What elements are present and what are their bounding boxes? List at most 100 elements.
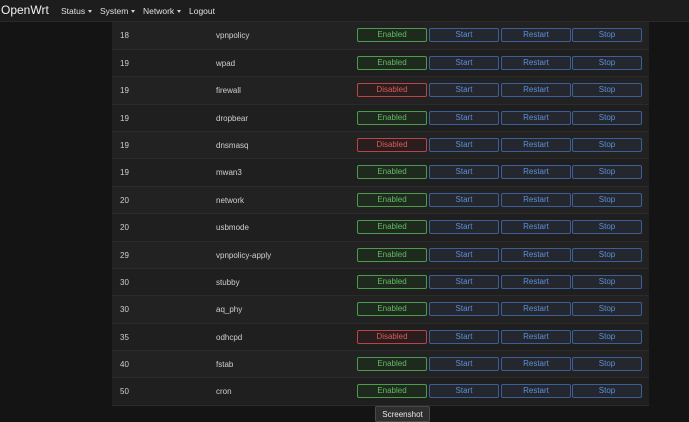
nav-network-label: Network: [143, 6, 175, 16]
service-priority: 19: [120, 113, 129, 123]
status-toggle-button[interactable]: Enabled: [357, 165, 427, 180]
table-row: 30 stubby Enabled Start Restart Stop: [112, 268, 649, 297]
start-button[interactable]: Start: [429, 83, 499, 98]
status-toggle-button[interactable]: Enabled: [357, 110, 427, 125]
top-navbar: OpenWrt Status System Network Logout: [0, 0, 689, 22]
service-priority: 29: [120, 250, 129, 260]
restart-button[interactable]: Restart: [501, 165, 571, 180]
nav-network[interactable]: Network: [143, 6, 182, 16]
start-button[interactable]: Start: [429, 329, 499, 344]
restart-button[interactable]: Restart: [501, 274, 571, 289]
start-button[interactable]: Start: [429, 384, 499, 399]
start-button[interactable]: Start: [429, 55, 499, 70]
service-priority: 40: [120, 360, 129, 370]
brand-logo[interactable]: OpenWrt: [1, 3, 49, 17]
start-button[interactable]: Start: [429, 165, 499, 180]
service-priority: 20: [120, 195, 129, 205]
start-button[interactable]: Start: [429, 302, 499, 317]
restart-button[interactable]: Restart: [501, 247, 571, 262]
start-button[interactable]: Start: [429, 247, 499, 262]
start-button[interactable]: Start: [429, 220, 499, 235]
nav-logout-label: Logout: [189, 6, 215, 16]
stop-button[interactable]: Stop: [572, 274, 642, 289]
status-toggle-button[interactable]: Disabled: [357, 329, 427, 344]
status-toggle-button[interactable]: Enabled: [357, 274, 427, 289]
restart-button[interactable]: Restart: [501, 137, 571, 152]
service-priority: 30: [120, 305, 129, 315]
stop-button[interactable]: Stop: [572, 28, 642, 43]
service-name: wpad: [216, 58, 236, 68]
table-row: 19 mwan3 Enabled Start Restart Stop: [112, 159, 649, 187]
service-priority: 20: [120, 223, 129, 233]
table-row: 18 vpnpolicy Enabled Start Restart Stop: [112, 22, 649, 50]
status-toggle-button[interactable]: Enabled: [357, 220, 427, 235]
stop-button[interactable]: Stop: [572, 384, 642, 399]
status-toggle-button[interactable]: Enabled: [357, 55, 427, 70]
status-toggle-button[interactable]: Enabled: [357, 302, 427, 317]
restart-button[interactable]: Restart: [501, 110, 571, 125]
status-toggle-button[interactable]: Enabled: [357, 28, 427, 43]
service-name: cron: [216, 387, 232, 397]
service-priority: 30: [120, 277, 129, 287]
status-toggle-button[interactable]: Disabled: [357, 137, 427, 152]
stop-button[interactable]: Stop: [572, 83, 642, 98]
table-row: 19 dnsmasq Disabled Start Restart Stop: [112, 131, 649, 160]
chevron-down-icon: [177, 10, 182, 13]
service-name: network: [216, 195, 245, 205]
status-toggle-button[interactable]: Disabled: [357, 83, 427, 98]
start-button[interactable]: Start: [429, 274, 499, 289]
table-row: 40 fstab Enabled Start Restart Stop: [112, 351, 649, 379]
nav-status-label: Status: [61, 6, 86, 16]
service-name: vpnpolicy: [216, 31, 250, 41]
nav-status[interactable]: Status: [61, 6, 93, 16]
chevron-down-icon: [88, 10, 93, 13]
service-name: dropbear: [216, 113, 249, 123]
service-priority: 35: [120, 332, 129, 342]
stop-button[interactable]: Stop: [572, 329, 642, 344]
restart-button[interactable]: Restart: [501, 357, 571, 372]
restart-button[interactable]: Restart: [501, 329, 571, 344]
service-name: dnsmasq: [216, 140, 249, 150]
start-button[interactable]: Start: [429, 192, 499, 207]
restart-button[interactable]: Restart: [501, 384, 571, 399]
stop-button[interactable]: Stop: [572, 55, 642, 70]
service-priority: 18: [120, 31, 129, 41]
stop-button[interactable]: Stop: [572, 247, 642, 262]
table-row: 30 aq_phy Enabled Start Restart Stop: [112, 296, 649, 324]
start-button[interactable]: Start: [429, 137, 499, 152]
stop-button[interactable]: Stop: [572, 357, 642, 372]
restart-button[interactable]: Restart: [501, 28, 571, 43]
stop-button[interactable]: Stop: [572, 110, 642, 125]
nav-logout[interactable]: Logout: [189, 6, 215, 16]
table-row: 20 usbmode Enabled Start Restart Stop: [112, 214, 649, 242]
restart-button[interactable]: Restart: [501, 220, 571, 235]
restart-button[interactable]: Restart: [501, 302, 571, 317]
status-toggle-button[interactable]: Enabled: [357, 357, 427, 372]
service-name: stubby: [216, 277, 240, 287]
stop-button[interactable]: Stop: [572, 220, 642, 235]
service-name: aq_phy: [216, 305, 243, 315]
nav-system-label: System: [100, 6, 129, 16]
table-row: 19 wpad Enabled Start Restart Stop: [112, 49, 649, 78]
service-priority: 19: [120, 168, 129, 178]
start-button[interactable]: Start: [429, 28, 499, 43]
start-button[interactable]: Start: [429, 110, 499, 125]
table-row: 19 dropbear Enabled Start Restart Stop: [112, 104, 649, 132]
stop-button[interactable]: Stop: [572, 302, 642, 317]
service-name: mwan3: [216, 168, 242, 178]
stop-button[interactable]: Stop: [572, 137, 642, 152]
service-priority: 19: [120, 140, 129, 150]
nav-system[interactable]: System: [100, 6, 136, 16]
start-button[interactable]: Start: [429, 357, 499, 372]
restart-button[interactable]: Restart: [501, 83, 571, 98]
restart-button[interactable]: Restart: [501, 55, 571, 70]
table-row: 19 firewall Disabled Start Restart Stop: [112, 77, 649, 105]
service-rows: 18dnscrypt-proxyEnabledStartRestartStop1…: [112, 8, 649, 406]
status-toggle-button[interactable]: Enabled: [357, 192, 427, 207]
stop-button[interactable]: Stop: [572, 165, 642, 180]
restart-button[interactable]: Restart: [501, 192, 571, 207]
stop-button[interactable]: Stop: [572, 192, 642, 207]
status-toggle-button[interactable]: Enabled: [357, 384, 427, 399]
status-toggle-button[interactable]: Enabled: [357, 247, 427, 262]
service-priority: 50: [120, 387, 129, 397]
